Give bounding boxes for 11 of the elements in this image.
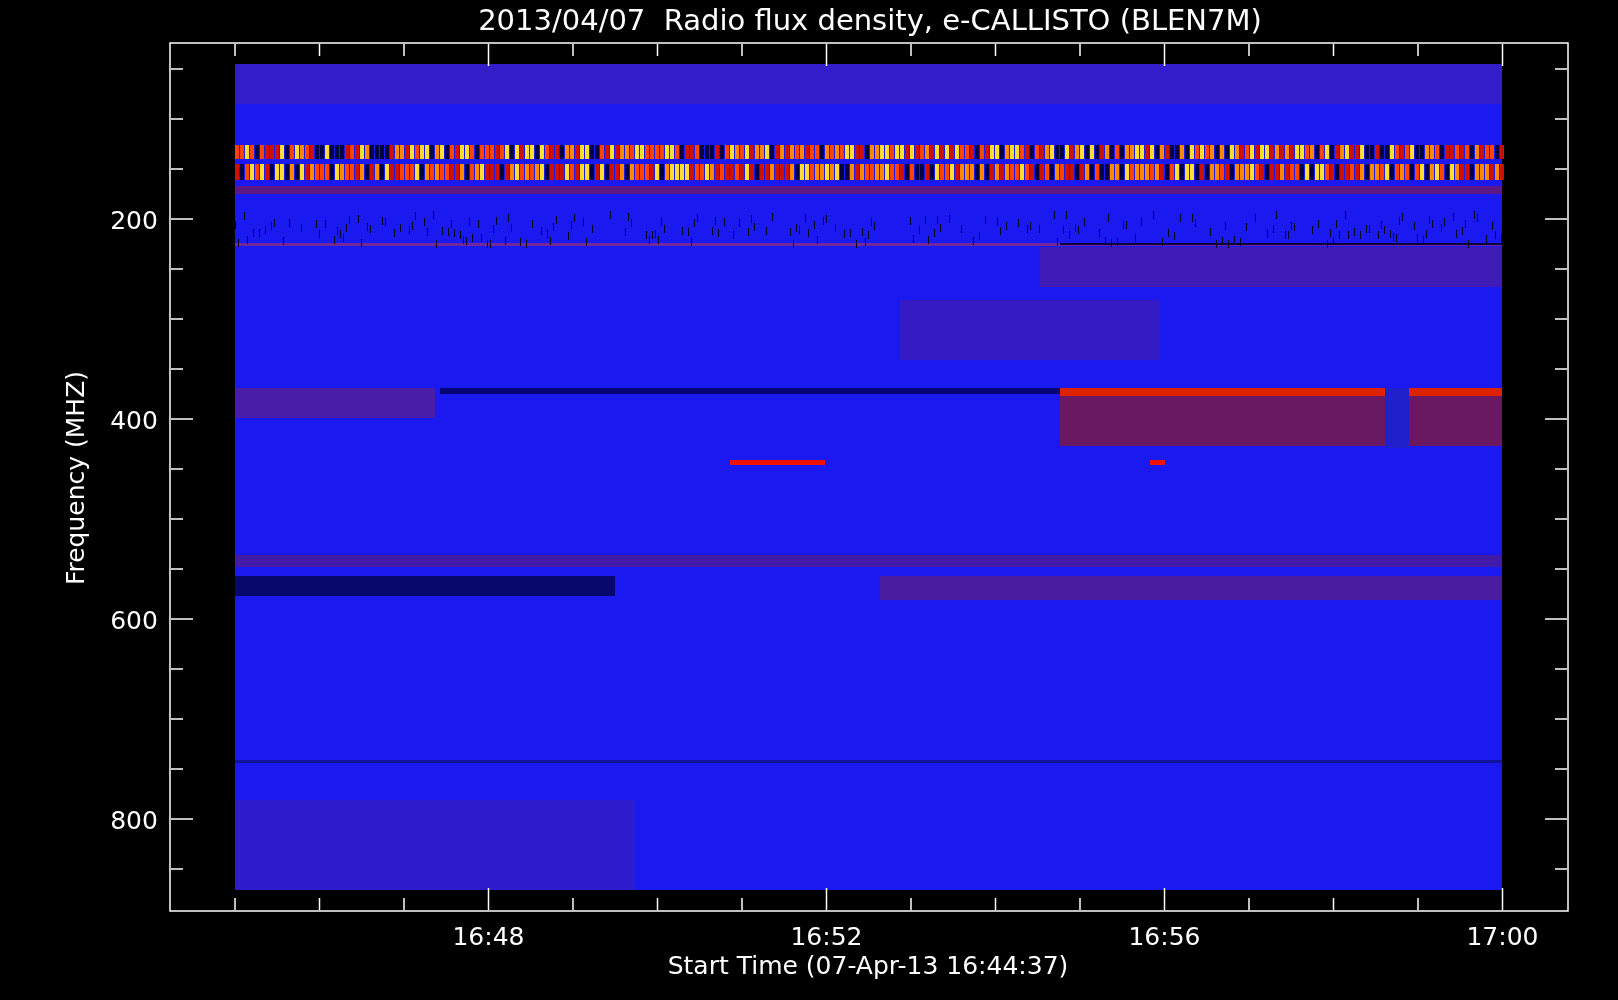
y-tick-label: 200 <box>110 206 158 235</box>
plot-title: 2013/04/07 Radio flux density, e-CALLISTO (BLEN7M) <box>478 3 1262 37</box>
y-tick-label: 600 <box>110 606 158 635</box>
y-tick-label: 400 <box>110 406 158 435</box>
y-tick-label: 800 <box>110 806 158 835</box>
x-tick-label: 17:00 <box>1466 922 1539 951</box>
x-tick-label: 16:52 <box>790 922 863 951</box>
x-tick-label: 16:48 <box>452 922 525 951</box>
y-axis-label: Frequency (MHZ) <box>61 370 90 586</box>
x-tick-label: 16:56 <box>1128 922 1201 951</box>
x-axis-label: Start Time (07-Apr-13 16:44:37) <box>667 951 1069 980</box>
